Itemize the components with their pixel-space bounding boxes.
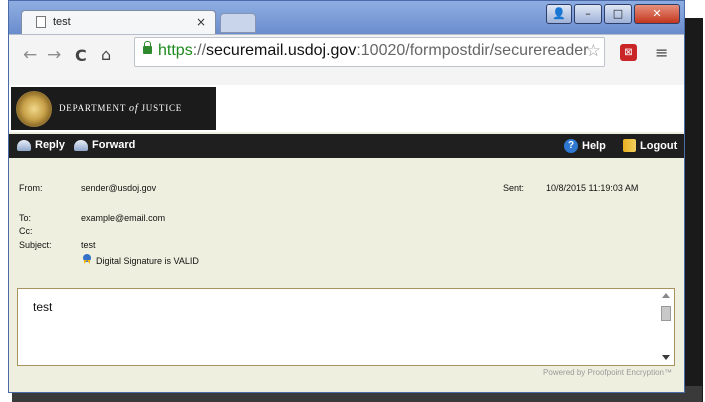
message-body[interactable]: test <box>17 288 675 366</box>
body-scrollbar[interactable] <box>660 291 672 363</box>
forward-message-button[interactable]: Forward <box>74 139 135 151</box>
url-separator: :// <box>192 42 207 59</box>
cc-label: Cc: <box>19 226 33 236</box>
reply-button[interactable]: Reply <box>17 139 65 151</box>
forward-icon <box>74 139 88 151</box>
sent-value: 10/8/2015 11:19:03 AM <box>546 183 639 193</box>
browser-toolbar: ← → C ⌂ https://securemail.usdoj.gov:100… <box>9 34 684 85</box>
logout-label: Logout <box>640 139 678 152</box>
help-button[interactable]: ? Help <box>564 139 606 153</box>
scroll-thumb[interactable] <box>661 306 671 321</box>
reload-button[interactable]: C <box>75 46 87 65</box>
scroll-up-icon[interactable] <box>662 293 670 298</box>
document-icon <box>36 16 46 28</box>
lock-icon <box>143 41 152 54</box>
extension-icon[interactable]: ⊠ <box>620 44 637 61</box>
powered-by: Powered by Proofpoint Encryption™ <box>543 368 672 377</box>
reply-icon <box>17 139 31 151</box>
help-label: Help <box>582 140 606 152</box>
bookmark-star-icon[interactable]: ☆ <box>586 41 601 61</box>
to-label: To: <box>19 213 32 223</box>
home-button[interactable]: ⌂ <box>101 45 111 64</box>
message-body-text: test <box>33 300 53 314</box>
logout-button[interactable]: Logout <box>623 139 677 152</box>
subject-value: test <box>81 240 96 250</box>
window-controls: 👤 – □ ✕ <box>546 4 680 24</box>
org-name: DEPARTMENT of JUSTICE <box>59 103 182 114</box>
back-button[interactable]: ← <box>23 45 37 65</box>
org-name-part-1: DEPARTMENT <box>59 103 126 113</box>
forward-label: Forward <box>92 139 136 151</box>
close-window-button[interactable]: ✕ <box>634 4 680 24</box>
to-value: example@email.com <box>81 213 166 223</box>
from-value: sender@usdoj.gov <box>81 183 157 193</box>
title-bar: test × 👤 – □ ✕ <box>9 1 684 35</box>
signature-status: Digital Signature is VALID <box>96 256 199 266</box>
ribbon-icon <box>83 254 91 265</box>
sent-label: Sent: <box>503 183 525 193</box>
org-name-of: of <box>129 103 139 114</box>
help-icon: ? <box>564 139 578 153</box>
reply-label: Reply <box>35 139 65 151</box>
tab-close-button[interactable]: × <box>196 15 206 29</box>
scroll-down-icon[interactable] <box>662 355 670 360</box>
seal-icon <box>16 91 52 127</box>
url-host: securemail.usdoj.gov <box>206 42 357 59</box>
action-bar: Reply Forward ? Help Logout <box>9 134 684 158</box>
forward-button[interactable]: → <box>47 45 61 65</box>
address-bar[interactable]: https://securemail.usdoj.gov:10020/formp… <box>134 37 605 67</box>
browser-tab[interactable]: test × <box>21 10 216 34</box>
minimize-button[interactable]: – <box>574 4 602 24</box>
browser-window: test × 👤 – □ ✕ ← → C ⌂ https://securemai… <box>8 0 685 393</box>
browser-menu-button[interactable]: ≡ <box>655 43 668 62</box>
maximize-button[interactable]: □ <box>604 4 632 24</box>
from-label: From: <box>19 183 43 193</box>
user-profile-button[interactable]: 👤 <box>546 4 572 24</box>
url-scheme: https <box>158 42 193 59</box>
url-text: https://securemail.usdoj.gov:10020/formp… <box>158 42 588 60</box>
page-content: DEPARTMENT of JUSTICE Reply Forward ? He… <box>9 85 684 392</box>
tab-title: test <box>53 16 71 28</box>
subject-label: Subject: <box>19 240 52 250</box>
new-tab-button[interactable] <box>220 13 256 33</box>
org-name-part-2: JUSTICE <box>141 103 183 113</box>
logout-icon <box>623 139 636 152</box>
doj-header: DEPARTMENT of JUSTICE <box>9 85 684 132</box>
doj-logo: DEPARTMENT of JUSTICE <box>11 87 216 130</box>
url-path: :10020/formpostdir/securereader <box>356 42 589 59</box>
